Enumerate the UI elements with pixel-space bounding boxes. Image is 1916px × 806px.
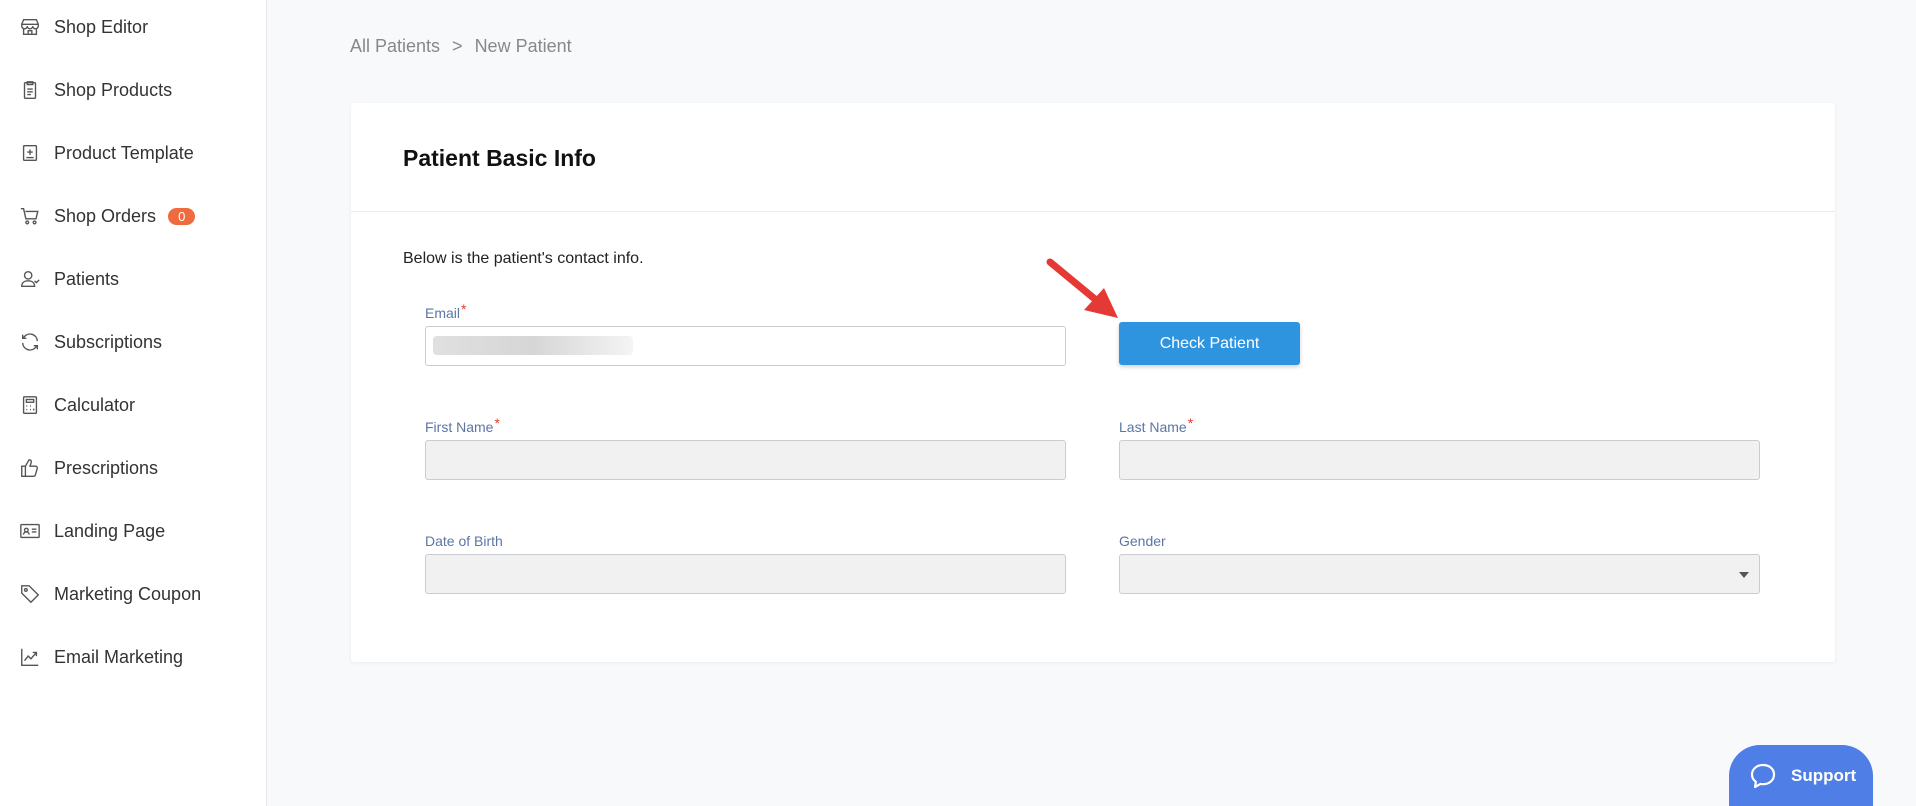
required-asterisk: * — [461, 301, 467, 317]
sidebar-item-label: Marketing Coupon — [54, 583, 202, 604]
thumbs-up-icon — [18, 456, 42, 480]
card-header: Patient Basic Info — [351, 103, 1835, 212]
sidebar-item-label: Calculator — [54, 394, 136, 415]
template-icon — [18, 141, 42, 165]
redacted-email-value — [433, 336, 633, 355]
refresh-icon — [18, 330, 42, 354]
patient-info-card: Patient Basic Info Below is the patient'… — [351, 103, 1835, 662]
breadcrumb-all-patients[interactable]: All Patients — [350, 36, 440, 57]
calculator-icon — [18, 393, 42, 417]
sidebar-item-label: Email Marketing — [54, 646, 184, 667]
sidebar-item-label: Landing Page — [54, 520, 166, 541]
breadcrumb-separator: > — [452, 36, 463, 56]
intro-text: Below is the patient's contact info. — [403, 250, 644, 267]
sidebar: Shop Editor Shop Products Product Templa… — [0, 0, 267, 806]
dob-label: Date of Birth — [425, 533, 503, 549]
breadcrumb-current: New Patient — [474, 36, 572, 56]
first-name-label: First Name* — [425, 415, 500, 435]
breadcrumb: All Patients > New Patient — [350, 36, 572, 57]
sidebar-item-shop-editor[interactable]: Shop Editor — [18, 12, 148, 42]
sidebar-item-shop-products[interactable]: Shop Products — [18, 75, 172, 105]
required-asterisk: * — [494, 415, 500, 431]
chart-line-icon — [18, 645, 42, 669]
page-title: Patient Basic Info — [403, 145, 596, 171]
sidebar-item-calculator[interactable]: Calculator — [18, 390, 135, 420]
email-label: Email* — [425, 301, 467, 321]
sidebar-item-label: Shop Editor — [54, 16, 149, 37]
gender-label: Gender — [1119, 533, 1166, 549]
check-patient-button[interactable]: Check Patient — [1119, 322, 1300, 365]
orders-count-badge: 0 — [168, 207, 196, 225]
first-name-field[interactable] — [425, 440, 1066, 480]
chat-bubble-icon — [1750, 763, 1776, 788]
sidebar-item-subscriptions[interactable]: Subscriptions — [18, 327, 162, 357]
sidebar-item-landing-page[interactable]: Landing Page — [18, 516, 165, 546]
sidebar-item-label: Prescriptions — [54, 457, 159, 478]
cart-icon — [18, 204, 42, 228]
sidebar-item-marketing-coupon[interactable]: Marketing Coupon — [18, 579, 201, 609]
sidebar-item-product-template[interactable]: Product Template — [18, 138, 194, 168]
sidebar-item-label: Shop Orders — [54, 205, 157, 226]
clipboard-icon — [18, 78, 42, 102]
required-asterisk: * — [1187, 415, 1194, 431]
sidebar-item-email-marketing[interactable]: Email Marketing — [18, 642, 183, 672]
last-name-field[interactable] — [1119, 440, 1760, 480]
sidebar-item-label: Patients — [54, 268, 120, 289]
support-button[interactable]: Support — [1729, 745, 1873, 806]
store-icon — [18, 15, 42, 39]
last-name-label: Last Name* — [1119, 415, 1194, 435]
sidebar-item-shop-orders[interactable]: Shop Orders 0 — [18, 201, 196, 231]
annotation-arrow-icon — [1046, 258, 1118, 318]
sidebar-item-prescriptions[interactable]: Prescriptions — [18, 453, 158, 483]
sidebar-item-label: Product Template — [54, 142, 194, 163]
support-label: Support — [1791, 765, 1857, 785]
tag-icon — [18, 582, 42, 606]
gender-select[interactable] — [1119, 554, 1760, 594]
chevron-down-icon — [1739, 572, 1749, 578]
user-icon — [18, 267, 42, 291]
sidebar-item-label: Subscriptions — [54, 331, 163, 352]
sidebar-item-patients[interactable]: Patients — [18, 264, 119, 294]
id-card-icon — [18, 519, 42, 543]
dob-field[interactable] — [425, 554, 1066, 594]
sidebar-item-label: Shop Products — [54, 79, 173, 100]
email-field-wrap — [425, 326, 1066, 366]
